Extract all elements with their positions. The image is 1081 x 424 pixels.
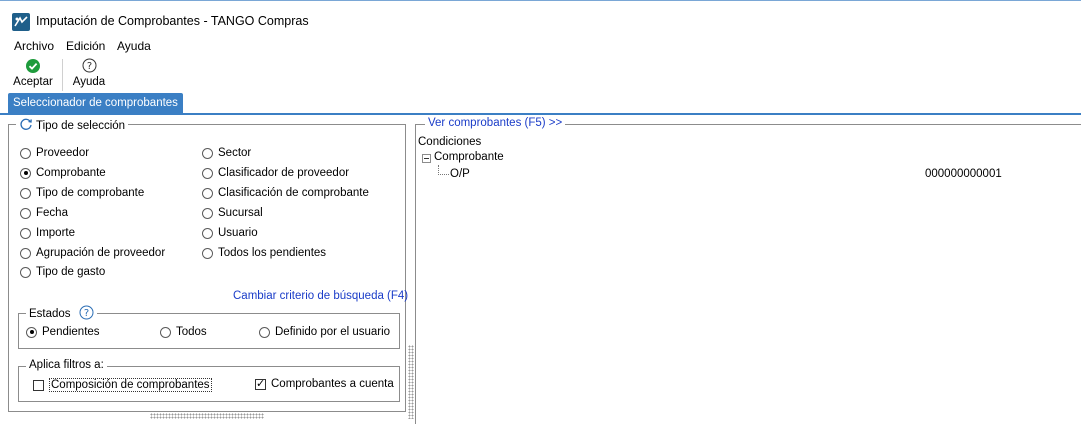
radio-sector-indicator[interactable]: [202, 147, 213, 159]
radio-tipo-gasto-label: Tipo de gasto: [36, 266, 106, 278]
app-icon: [12, 13, 30, 31]
estados-legend: Estados ?: [26, 305, 97, 323]
radio-todos-pendientes-indicator[interactable]: [202, 247, 213, 259]
tree-collapse-icon[interactable]: [422, 154, 431, 163]
tree-node-comprobante[interactable]: Comprobante: [434, 151, 504, 163]
radio-sucursal-indicator[interactable]: [202, 207, 213, 219]
radio-agrupacion-proveedor-indicator[interactable]: [20, 247, 31, 259]
help-label: Ayuda: [72, 76, 106, 88]
radio-tipo-gasto-indicator[interactable]: [20, 266, 31, 278]
menu-ayuda[interactable]: Ayuda: [117, 39, 151, 53]
accept-button[interactable]: Aceptar: [10, 57, 56, 93]
radio-todos-pendientes[interactable]: Todos los pendientes: [202, 247, 326, 259]
radio-tipo-comprobante-label: Tipo de comprobante: [36, 187, 145, 199]
checkbox-comprobantes-cuenta[interactable]: Comprobantes a cuenta: [255, 377, 394, 390]
refresh-icon[interactable]: [19, 117, 33, 134]
radio-agrupacion-proveedor[interactable]: Agrupación de proveedor: [20, 247, 165, 259]
radio-proveedor-indicator[interactable]: [20, 147, 31, 159]
checkbox-composicion-label: Composición de comprobantes: [49, 378, 212, 392]
radio-proveedor-label: Proveedor: [36, 147, 90, 159]
estados-title: Estados: [29, 308, 71, 320]
radio-clasificacion-comprobante-indicator[interactable]: [202, 187, 213, 199]
horizontal-splitter[interactable]: [150, 413, 264, 419]
help-button[interactable]: ? Ayuda: [68, 57, 110, 93]
filtros-legend: Aplica filtros a:: [26, 359, 107, 371]
toolbar: Aceptar ? Ayuda: [0, 57, 1081, 93]
menu-edicion-label: Edición: [66, 39, 106, 53]
menu-edicion[interactable]: Edición: [66, 39, 105, 53]
radio-pendientes[interactable]: Pendientes: [26, 326, 100, 338]
radio-agrupacion-proveedor-label: Agrupación de proveedor: [36, 247, 166, 259]
radio-definido-usuario-indicator[interactable]: [259, 326, 270, 338]
tipo-seleccion-title: Tipo de selección: [36, 119, 126, 132]
radio-comprobante-indicator[interactable]: [20, 167, 31, 179]
radio-clasificacion-comprobante-label: Clasificación de comprobante: [218, 187, 369, 199]
radio-sucursal[interactable]: Sucursal: [202, 207, 263, 219]
checkbox-composicion-box[interactable]: [33, 379, 44, 391]
checkbox-composicion[interactable]: Composición de comprobantes: [33, 378, 212, 392]
radio-usuario-label: Usuario: [218, 227, 258, 239]
checkbox-comprobantes-cuenta-box[interactable]: [255, 377, 266, 390]
accept-label: Aceptar: [13, 76, 53, 88]
radio-tipo-comprobante[interactable]: Tipo de comprobante: [20, 187, 144, 199]
check-circle-icon: [26, 59, 40, 73]
tree-connector: [438, 165, 449, 175]
radio-todos[interactable]: Todos: [160, 326, 207, 338]
radio-sector[interactable]: Sector: [202, 147, 251, 159]
radio-usuario-indicator[interactable]: [202, 227, 213, 239]
tipo-seleccion-legend: Tipo de selección: [16, 117, 129, 134]
tree-leaf-value: 000000000001: [925, 168, 1002, 180]
toolbar-separator: [62, 59, 63, 91]
radio-definido-usuario[interactable]: Definido por el usuario: [259, 326, 390, 338]
radio-importe-label: Importe: [36, 227, 75, 239]
radio-todos-pendientes-label: Todos los pendientes: [218, 247, 327, 259]
radio-clasificador-proveedor-indicator[interactable]: [202, 167, 213, 179]
radio-importe-indicator[interactable]: [20, 227, 31, 239]
radio-comprobante[interactable]: Comprobante: [20, 167, 106, 179]
menu-bar: Archivo Edición Ayuda: [0, 37, 1081, 57]
radio-definido-usuario-label: Definido por el usuario: [275, 326, 391, 338]
radio-fecha[interactable]: Fecha: [20, 207, 68, 219]
radio-fecha-indicator[interactable]: [20, 207, 31, 219]
radio-tipo-gasto[interactable]: Tipo de gasto: [20, 266, 105, 278]
tab-seleccionador[interactable]: Seleccionador de comprobantes: [8, 93, 183, 113]
window-title: Imputación de Comprobantes - TANGO Compr…: [36, 14, 309, 28]
radio-clasificador-proveedor-label: Clasificador de proveedor: [218, 167, 350, 179]
radio-pendientes-indicator[interactable]: [26, 326, 37, 338]
title-bar: Imputación de Comprobantes - TANGO Compr…: [0, 0, 1081, 37]
tree-leaf-op[interactable]: O/P: [450, 168, 470, 180]
radio-pendientes-label: Pendientes: [42, 326, 100, 338]
radio-importe[interactable]: Importe: [20, 227, 75, 239]
radio-clasificacion-comprobante[interactable]: Clasificación de comprobante: [202, 187, 369, 199]
help-icon[interactable]: ?: [79, 305, 94, 323]
radio-todos-indicator[interactable]: [160, 326, 171, 338]
menu-ayuda-label: Ayuda: [117, 39, 151, 53]
radio-proveedor[interactable]: Proveedor: [20, 147, 89, 159]
radio-usuario[interactable]: Usuario: [202, 227, 258, 239]
tree-root-label: Condiciones: [418, 136, 482, 148]
menu-archivo-label: Archivo: [14, 39, 55, 53]
radio-sector-label: Sector: [218, 147, 252, 159]
menu-archivo[interactable]: Archivo: [14, 39, 54, 53]
vertical-splitter[interactable]: [408, 345, 414, 419]
checkbox-comprobantes-cuenta-label: Comprobantes a cuenta: [271, 378, 394, 390]
change-criteria-link[interactable]: Cambiar criterio de búsqueda (F4): [233, 290, 408, 302]
radio-tipo-comprobante-indicator[interactable]: [20, 187, 31, 199]
radio-fecha-label: Fecha: [36, 207, 68, 219]
radio-comprobante-label: Comprobante: [36, 167, 106, 179]
ver-comprobantes-link[interactable]: Ver comprobantes (F5) >>: [425, 117, 566, 129]
radio-sucursal-label: Sucursal: [218, 207, 263, 219]
svg-text:?: ?: [83, 308, 88, 319]
help-icon: ?: [82, 58, 97, 73]
radio-clasificador-proveedor[interactable]: Clasificador de proveedor: [202, 167, 349, 179]
svg-text:?: ?: [86, 61, 91, 72]
radio-todos-label: Todos: [176, 326, 207, 338]
